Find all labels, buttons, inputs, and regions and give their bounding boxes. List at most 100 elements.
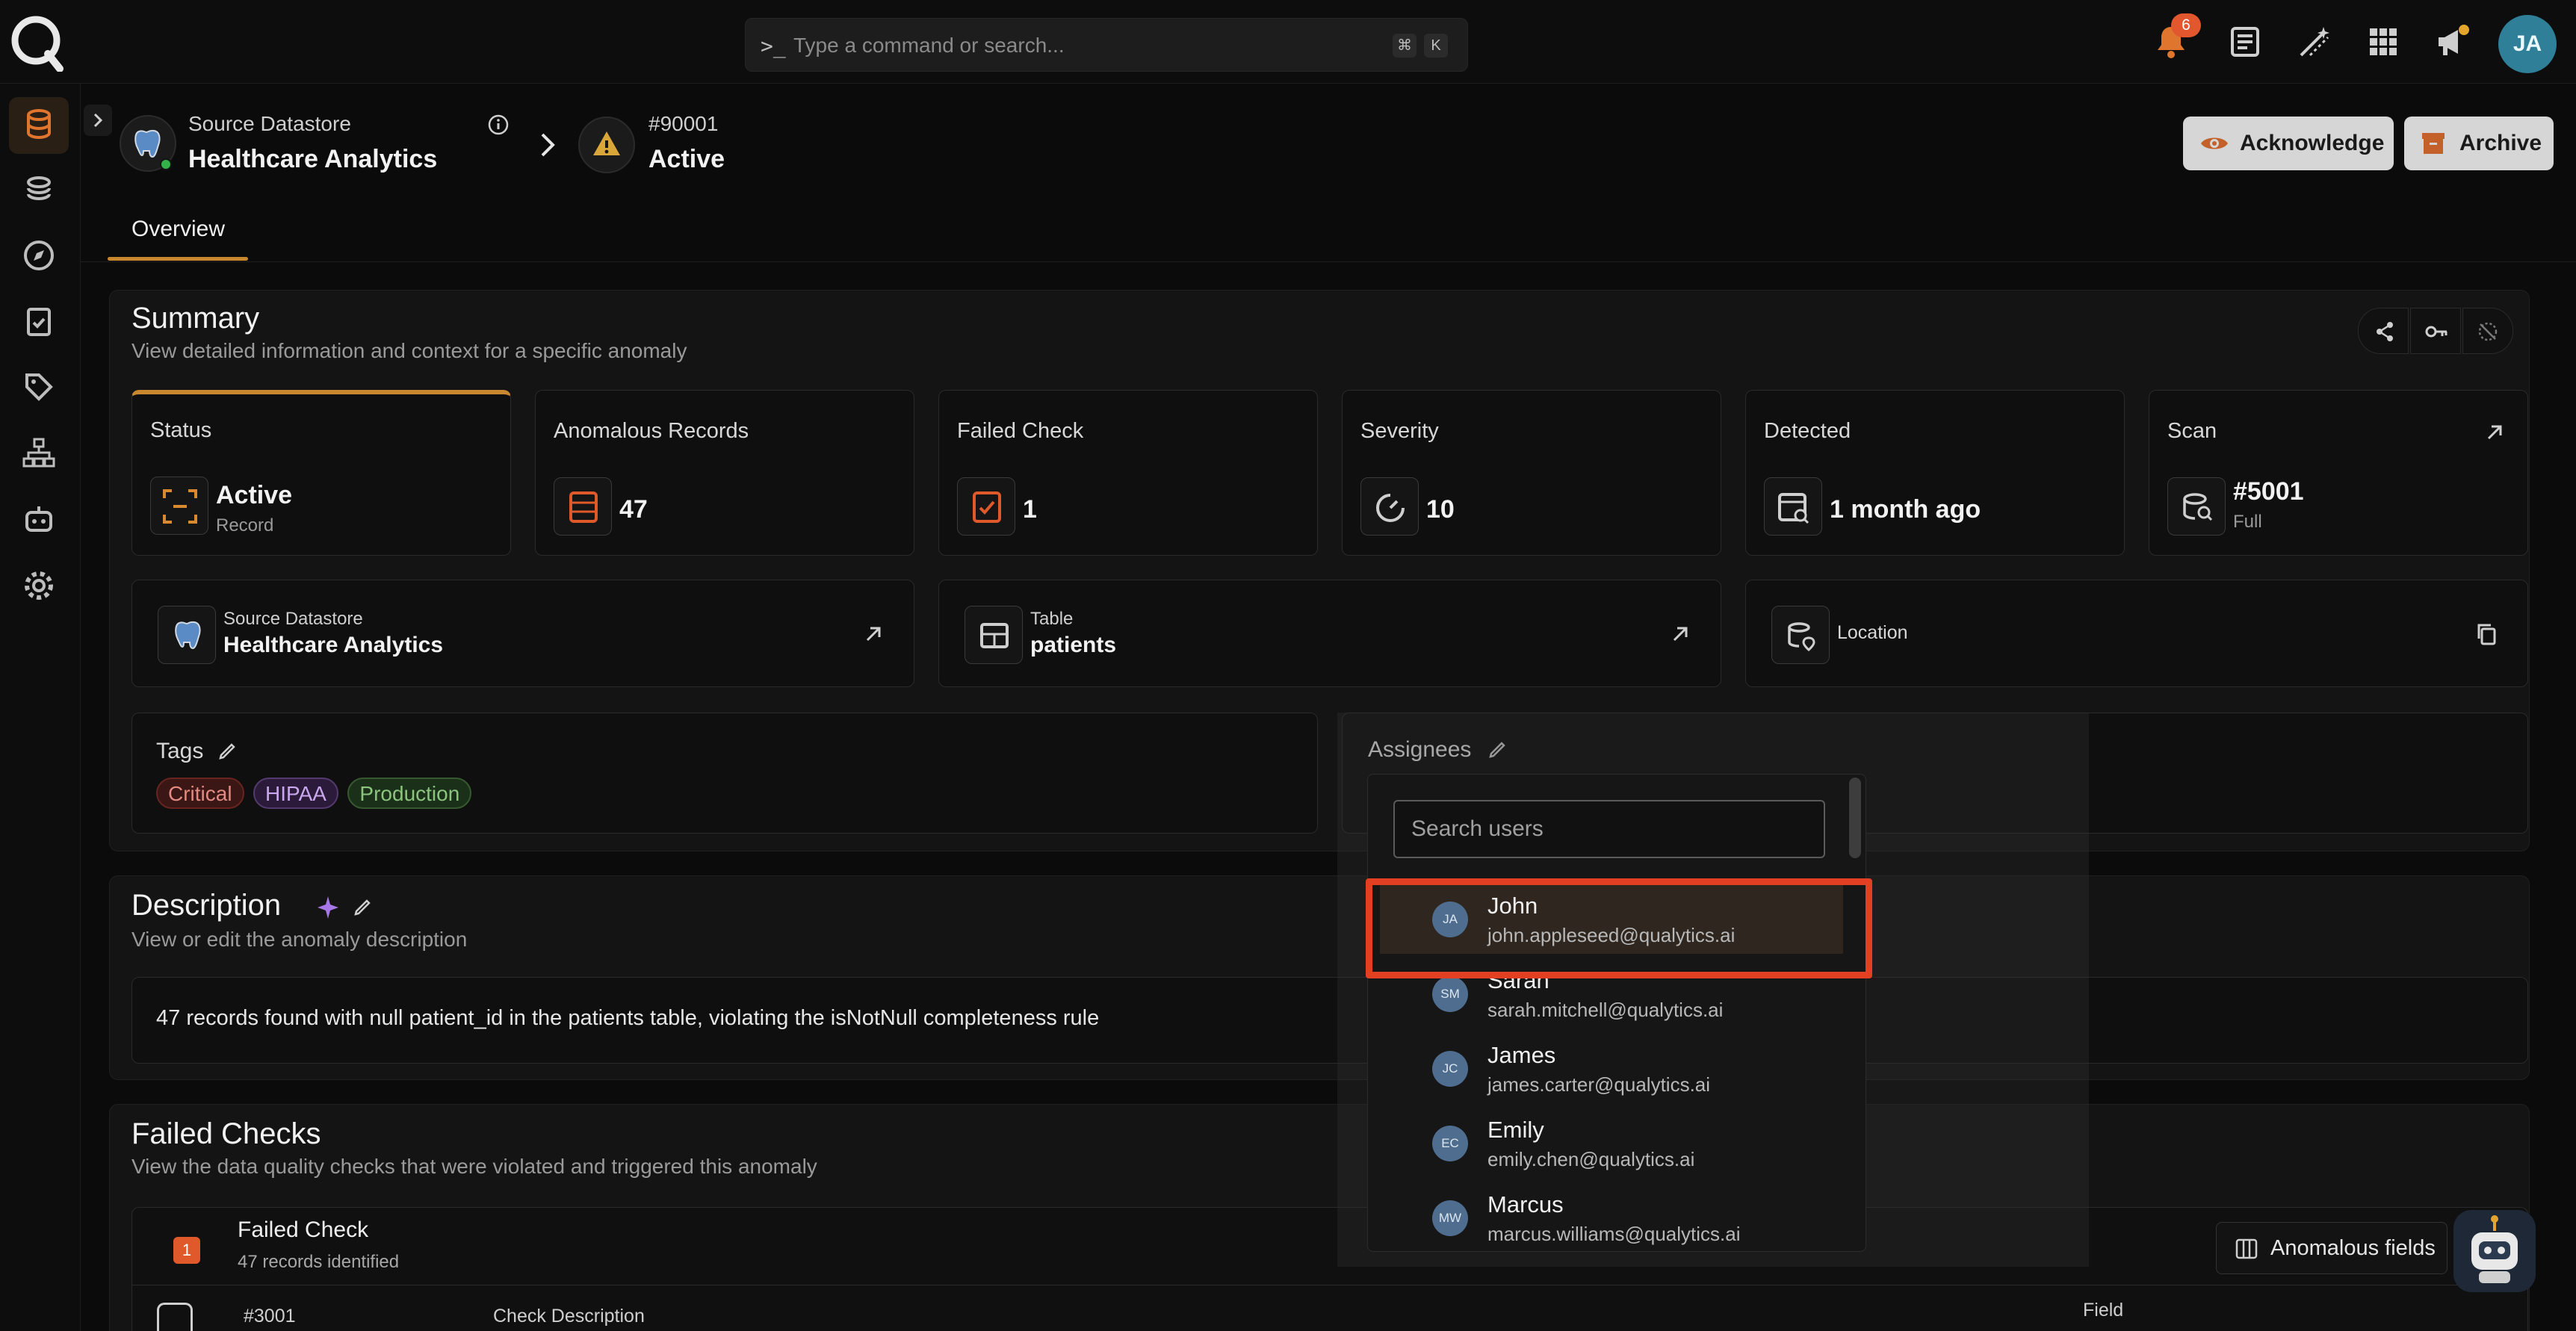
edit-pencil-icon[interactable] (353, 896, 374, 917)
scan-type: Full (2233, 512, 2262, 532)
key-icon (2425, 326, 2447, 338)
failed-checks-title: Failed Checks (131, 1117, 321, 1150)
datastores-icon[interactable] (21, 106, 57, 142)
failed-check-count-badge: 1 (173, 1237, 200, 1264)
user-avatar-sarah: SM (1432, 976, 1468, 1012)
user-name: Marcus (1487, 1191, 1564, 1217)
expand-sidebar-button[interactable] (84, 105, 112, 136)
edit-pencil-icon[interactable] (217, 740, 238, 761)
postgres-icon (158, 606, 216, 664)
agent-robot-icon[interactable] (21, 502, 57, 538)
summary-title: Summary (131, 302, 260, 335)
share-button[interactable] (2358, 308, 2409, 354)
anomaly-status: Active (648, 145, 725, 173)
source-datastore-card[interactable]: Source Datastore Healthcare Analytics (131, 580, 914, 687)
tabs-divider (81, 261, 2576, 262)
user-name: James (1487, 1042, 1556, 1068)
tag-hipaa[interactable]: HIPAA (253, 778, 338, 809)
assistant-bot-button[interactable] (2453, 1210, 2536, 1292)
active-tab-indicator (108, 257, 248, 261)
user-avatar-emily: EC (1432, 1126, 1468, 1161)
severity-gauge-icon (1360, 477, 1419, 536)
shortcut-key-k: K (1424, 34, 1448, 58)
checks-clipboard-icon[interactable] (21, 303, 57, 339)
header-datastore-label: Source Datastore (188, 112, 351, 135)
anomaly-id: #90001 (648, 112, 719, 135)
description-text: 47 records found with null patient_id in… (156, 1006, 1100, 1030)
hide-button[interactable] (2462, 308, 2513, 354)
user-option-emily[interactable]: EC Emily emily.chen@qualytics.ai (1380, 1106, 1843, 1178)
settings-gear-icon[interactable] (21, 568, 57, 604)
tab-overview[interactable]: Overview (108, 200, 248, 261)
qualytics-logo[interactable] (9, 12, 66, 72)
user-avatar[interactable]: JA (2498, 15, 2557, 73)
tag-critical[interactable]: Critical (156, 778, 244, 809)
detected-value: 1 month ago (1830, 495, 1981, 524)
severity-label: Severity (1360, 419, 1439, 443)
tag-production[interactable]: Production (347, 778, 472, 809)
location-label: Location (1837, 622, 1908, 643)
archive-box-icon (2422, 133, 2445, 154)
key-button[interactable] (2410, 308, 2461, 354)
assignee-dropdown[interactable]: JA John john.appleseed@qualytics.ai SM S… (1367, 774, 1866, 1252)
location-card: Location (1745, 580, 2528, 687)
user-avatar-marcus: MW (1432, 1200, 1468, 1236)
ai-sparkle-icon[interactable] (315, 895, 341, 920)
user-name: Emily (1487, 1117, 1544, 1143)
command-search-bar[interactable]: >_ Type a command or search... ⌘ K (745, 18, 1468, 72)
breadcrumb-chevron-icon (536, 130, 559, 160)
status-card: Status Active Record (131, 390, 511, 556)
dropdown-scrollbar[interactable] (1849, 778, 1861, 858)
anomalous-records-label: Anomalous Records (554, 419, 749, 443)
acknowledge-button[interactable]: Acknowledge (2183, 117, 2394, 170)
status-card-label: Status (150, 418, 212, 442)
source-datastore-card-label: Source Datastore (223, 609, 363, 629)
user-option-marcus[interactable]: MW Marcus marcus.williams@qualytics.ai (1380, 1181, 1843, 1251)
severity-card: Severity 10 (1342, 390, 1721, 556)
terminal-prompt-icon: >_ (761, 34, 786, 58)
copy-icon[interactable] (2475, 622, 2498, 646)
apps-grid-icon[interactable] (2364, 22, 2403, 61)
anomalous-records-card: Anomalous Records 47 (535, 390, 914, 556)
search-users-input[interactable] (1393, 800, 1825, 858)
anomalous-records-value: 47 (619, 495, 648, 524)
datastore-postgres-icon (120, 115, 176, 172)
tags-icon[interactable] (21, 369, 57, 405)
failed-check-card: Failed Check 1 (938, 390, 1318, 556)
archive-button[interactable]: Archive (2404, 117, 2554, 170)
check-id[interactable]: #3001 (244, 1306, 296, 1327)
scan-card[interactable]: Scan #5001 Full (2149, 390, 2528, 556)
anomalous-fields-button[interactable]: Anomalous fields (2216, 1222, 2447, 1274)
archive-label: Archive (2459, 131, 2542, 155)
status-record-icon (150, 477, 208, 535)
anomaly-warning-icon (578, 117, 635, 173)
check-row-icon (157, 1303, 193, 1331)
info-icon[interactable] (487, 114, 510, 136)
table-card[interactable]: Table patients (938, 580, 1721, 687)
description-box[interactable]: 47 records found with null patient_id in… (131, 977, 2528, 1064)
announcements-megaphone-icon[interactable] (2433, 22, 2471, 61)
external-link-icon[interactable] (2484, 422, 2505, 443)
user-avatar-james: JC (1432, 1051, 1468, 1087)
summary-subtitle: View detailed information and context fo… (131, 339, 687, 362)
hierarchy-icon[interactable] (21, 435, 57, 471)
header-datastore-name[interactable]: Healthcare Analytics (188, 145, 437, 174)
user-email: emily.chen@qualytics.ai (1487, 1148, 1695, 1170)
activity-log-icon[interactable] (2226, 22, 2265, 61)
selection-highlight-box (1366, 878, 1872, 978)
external-link-icon[interactable] (1670, 624, 1691, 645)
data-layers-icon[interactable] (21, 172, 57, 208)
field-column-header: Field (2083, 1300, 2124, 1321)
scan-search-icon (2167, 477, 2226, 536)
scan-value[interactable]: #5001 (2233, 477, 2304, 506)
detected-card: Detected 1 month ago (1745, 390, 2125, 556)
status-card-value: Active (216, 481, 293, 509)
user-email: james.carter@qualytics.ai (1487, 1073, 1711, 1096)
magic-wand-icon[interactable] (2295, 22, 2334, 61)
acknowledge-label: Acknowledge (2240, 131, 2385, 155)
calendar-search-icon (1764, 477, 1822, 536)
user-option-james[interactable]: JC James james.carter@qualytics.ai (1380, 1031, 1843, 1103)
explore-compass-icon[interactable] (21, 238, 57, 273)
external-link-icon[interactable] (863, 624, 884, 645)
tags-list: Critical HIPAA Production (156, 778, 477, 809)
